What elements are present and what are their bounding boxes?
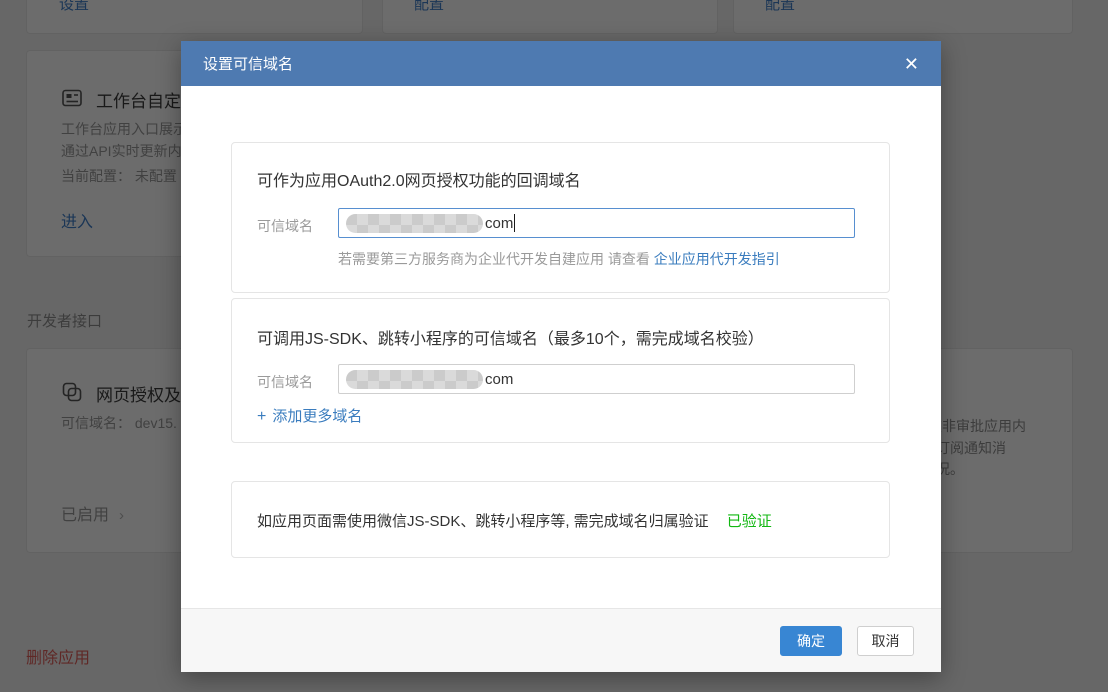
dev-guide-link[interactable]: 企业应用代开发指引 [654, 251, 780, 267]
jssdk-domain-section: 可调用JS-SDK、跳转小程序的可信域名（最多10个，需完成域名校验） 可信域名… [231, 298, 890, 443]
page: 设置 配置 配置 工作台自定义 工作台应用入口展示方式 通过API实时更新内容 … [0, 0, 1108, 692]
domain-suffix-2: com [485, 371, 513, 388]
jssdk-domain-title: 可调用JS-SDK、跳转小程序的可信域名（最多10个，需完成域名校验） [257, 325, 764, 349]
confirm-button[interactable]: 确定 [780, 626, 842, 656]
plus-icon: + [257, 408, 266, 425]
verify-row: 如应用页面需使用微信JS-SDK、跳转小程序等, 需完成域名归属验证 已验证 [257, 510, 772, 531]
oauth-callback-title: 可作为应用OAuth2.0网页授权功能的回调域名 [257, 167, 581, 191]
helper-row: 若需要第三方服务商为企业代开发自建应用 请查看 企业应用代开发指引 [338, 249, 780, 269]
trusted-domain-input-2[interactable]: com [338, 364, 855, 394]
verify-text: 如应用页面需使用微信JS-SDK、跳转小程序等, 需完成域名归属验证 [257, 513, 709, 530]
helper-text: 若需要第三方服务商为企业代开发自建应用 请查看 [338, 251, 654, 267]
oauth-callback-section: 可作为应用OAuth2.0网页授权功能的回调域名 可信域名 com 若需要第三方… [231, 142, 890, 293]
add-domain-label: 添加更多域名 [272, 408, 362, 425]
redacted-domain-2 [346, 370, 483, 389]
modal-title: 设置可信域名 [203, 53, 293, 74]
add-domain-link[interactable]: + 添加更多域名 [257, 405, 362, 426]
verified-badge[interactable]: 已验证 [727, 513, 772, 530]
domain-verify-section: 如应用页面需使用微信JS-SDK、跳转小程序等, 需完成域名归属验证 已验证 [231, 481, 890, 558]
modal-footer: 确定 取消 [181, 608, 941, 672]
redacted-domain-1 [346, 214, 483, 233]
trusted-domain-input-1[interactable]: com [338, 208, 855, 238]
text-cursor [514, 214, 515, 232]
close-icon[interactable]: ✕ [904, 55, 919, 73]
modal-header: 设置可信域名 ✕ [181, 41, 941, 86]
trusted-domain-label-1: 可信域名 [257, 216, 313, 236]
cancel-button[interactable]: 取消 [857, 626, 914, 656]
trusted-domain-label-2: 可信域名 [257, 372, 313, 392]
domain-suffix-1: com [485, 215, 513, 232]
trusted-domain-modal: 设置可信域名 ✕ 可作为应用OAuth2.0网页授权功能的回调域名 可信域名 c… [181, 41, 941, 672]
